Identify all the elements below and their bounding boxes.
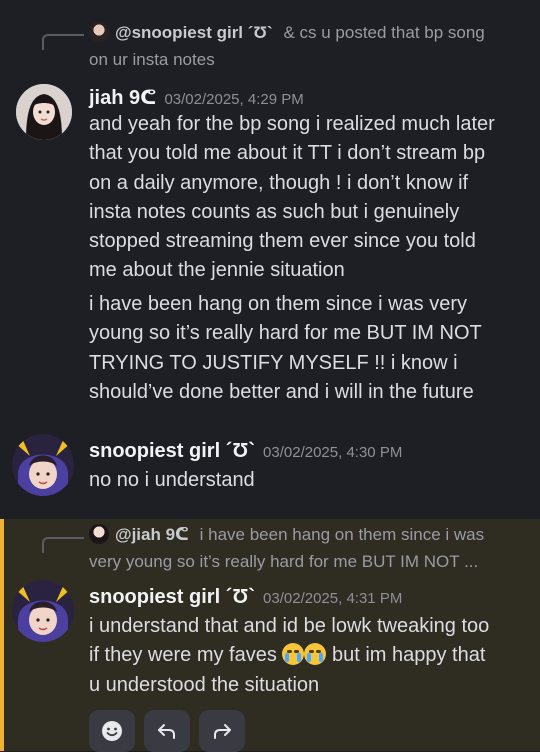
author-name[interactable]: snoopiest girl ´Ʊ` xyxy=(89,586,255,608)
reply-snippet-cont: very young so it’s really hard for me BU… xyxy=(89,552,479,571)
message-text: i understand that and id be lowk tweakin… xyxy=(89,612,529,700)
text-line: u understood the situation xyxy=(89,673,320,696)
reply-avatar xyxy=(89,524,109,544)
timestamp: 03/02/2025, 4:29 PM xyxy=(164,91,304,108)
reply-connector xyxy=(42,537,84,553)
forward-icon xyxy=(214,724,231,739)
reply-preview[interactable]: @snoopiest girl ´Ʊ` & cs u posted that b… xyxy=(89,20,485,46)
message-paragraph: and yeah for the bp song i realized much… xyxy=(89,110,529,286)
avatar[interactable] xyxy=(16,84,72,140)
avatar[interactable] xyxy=(12,434,74,496)
text-line: young so it’s really hard for me BUT IM … xyxy=(89,322,482,345)
text-line: should’ve done better and i will in the … xyxy=(89,380,474,403)
add-reaction-button[interactable] xyxy=(89,710,135,752)
reply-snippet: i have been hang on them since i was xyxy=(199,525,485,544)
reply-button[interactable] xyxy=(144,710,190,752)
text-segment: but im happy that xyxy=(326,644,486,667)
forward-button[interactable] xyxy=(199,710,245,752)
add-reaction-icon xyxy=(102,721,122,741)
reply-author[interactable]: @snoopiest girl ´Ʊ` xyxy=(115,23,273,42)
avatar[interactable] xyxy=(12,580,74,642)
avatar-snoopiest-icon xyxy=(12,580,74,642)
text-segment: if they were my faves xyxy=(89,644,277,667)
reply-avatar xyxy=(89,22,109,42)
timestamp: 03/02/2025, 4:31 PM xyxy=(263,590,403,607)
text-line: me about the jennie situation xyxy=(89,259,345,282)
text-line: and yeah for the bp song i realized much… xyxy=(89,113,495,135)
loudly-crying-face-icon xyxy=(304,643,327,666)
text-line: TRYING TO JUSTIFY MYSELF !! i know i xyxy=(89,351,458,374)
text-line: stopped streaming them ever since you to… xyxy=(89,230,476,253)
text-line: insta notes counts as such but i genuine… xyxy=(89,200,460,223)
message-author[interactable]: jiah 9ᕦ 03/02/2025, 4:29 PM xyxy=(89,85,304,110)
message-actions xyxy=(89,710,245,752)
message-paragraph: i have been hang on them since i was ver… xyxy=(89,290,529,407)
loudly-crying-face-icon xyxy=(282,643,305,666)
reply-snippet-cont: on ur insta notes xyxy=(89,50,215,69)
text-line: if they were my faves but im happy that xyxy=(89,641,529,670)
message-author[interactable]: snoopiest girl ´Ʊ` 03/02/2025, 4:30 PM xyxy=(89,440,402,463)
author-name[interactable]: snoopiest girl ´Ʊ` xyxy=(89,440,255,462)
reply-connector xyxy=(42,34,84,50)
author-name[interactable]: jiah 9ᕦ xyxy=(89,87,156,109)
message-text: no no i understand xyxy=(89,469,255,491)
avatar-snoopiest-icon xyxy=(12,434,74,496)
avatar-jiah-icon xyxy=(16,84,72,140)
timestamp: 03/02/2025, 4:30 PM xyxy=(263,444,403,461)
message-author[interactable]: snoopiest girl ´Ʊ` 03/02/2025, 4:31 PM xyxy=(89,586,402,609)
text-line: on a daily anymore, though ! i don’t kno… xyxy=(89,171,469,194)
reply-snippet: & cs u posted that bp song xyxy=(283,23,485,42)
reply-author[interactable]: @jiah 9ᕦ xyxy=(115,525,189,544)
text-line: that you told me about it TT i don’t str… xyxy=(89,142,486,165)
reply-icon xyxy=(158,724,175,739)
text-line: i have been hang on them since i was ver… xyxy=(89,293,467,315)
reply-preview[interactable]: @jiah 9ᕦ i have been hang on them since … xyxy=(89,522,484,548)
text-line: i understand that and id be lowk tweakin… xyxy=(89,615,490,637)
